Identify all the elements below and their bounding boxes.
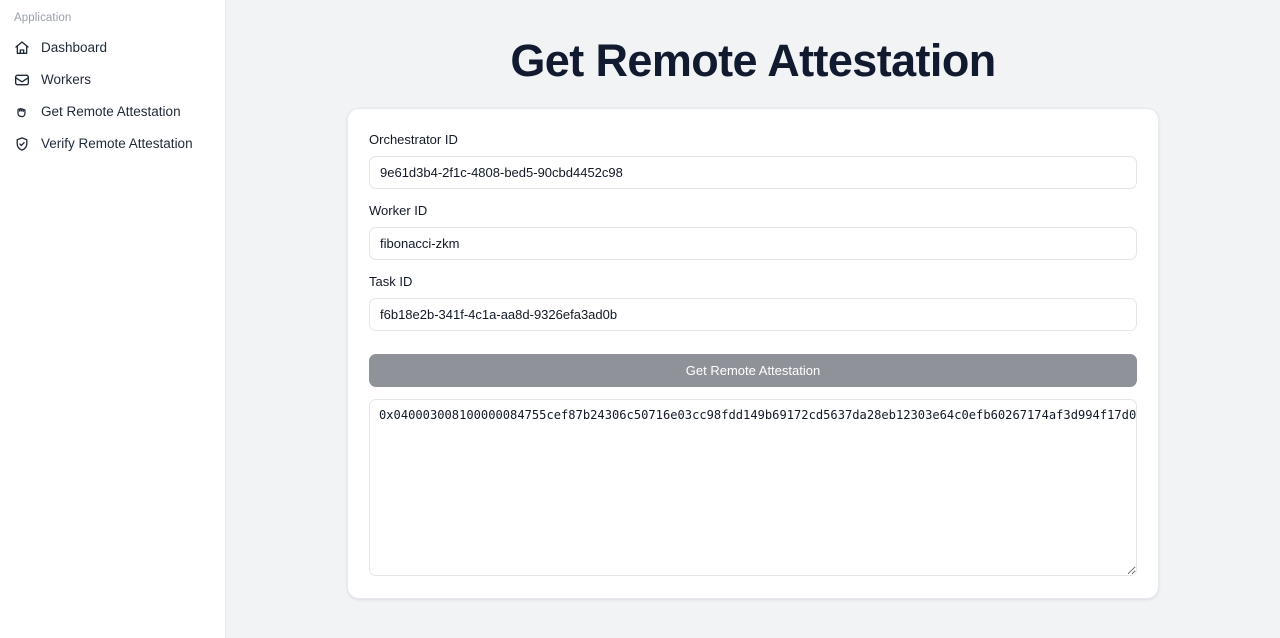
home-icon xyxy=(14,40,30,56)
shield-check-icon xyxy=(14,136,30,152)
sidebar-item-label: Verify Remote Attestation xyxy=(41,136,193,151)
sidebar-item-label: Get Remote Attestation xyxy=(41,104,181,119)
task-id-label: Task ID xyxy=(369,274,413,289)
sidebar-item-dashboard[interactable]: Dashboard xyxy=(8,32,217,64)
task-id-input[interactable] xyxy=(369,298,1137,331)
field-worker-id: Worker ID xyxy=(369,202,1137,260)
attestation-form-card: Orchestrator ID Worker ID Task ID Get Re… xyxy=(347,108,1159,599)
worker-id-input[interactable] xyxy=(369,227,1137,260)
sidebar-nav: Dashboard Workers Get Remote Attestation… xyxy=(0,32,225,160)
sidebar-item-workers[interactable]: Workers xyxy=(8,64,217,96)
field-task-id: Task ID xyxy=(369,273,1137,331)
page-title: Get Remote Attestation xyxy=(510,35,996,86)
inbox-icon xyxy=(14,72,30,88)
sidebar-item-label: Workers xyxy=(41,72,92,87)
sidebar-item-label: Dashboard xyxy=(41,40,108,55)
sidebar-item-get-remote-attestation[interactable]: Get Remote Attestation xyxy=(8,96,217,128)
main-content: Get Remote Attestation Orchestrator ID W… xyxy=(226,0,1280,638)
sidebar-item-verify-remote-attestation[interactable]: Verify Remote Attestation xyxy=(8,128,217,160)
hand-grab-icon xyxy=(14,104,30,120)
get-remote-attestation-button[interactable]: Get Remote Attestation xyxy=(369,354,1137,387)
orchestrator-id-input[interactable] xyxy=(369,156,1137,189)
app-root: Application Dashboard Workers Get Remote… xyxy=(0,0,1280,638)
sidebar: Application Dashboard Workers Get Remote… xyxy=(0,0,226,638)
orchestrator-id-label: Orchestrator ID xyxy=(369,132,458,147)
worker-id-label: Worker ID xyxy=(369,203,428,218)
attestation-output-textarea[interactable] xyxy=(369,399,1137,576)
field-orchestrator-id: Orchestrator ID xyxy=(369,131,1137,189)
sidebar-group-label: Application xyxy=(14,12,72,24)
